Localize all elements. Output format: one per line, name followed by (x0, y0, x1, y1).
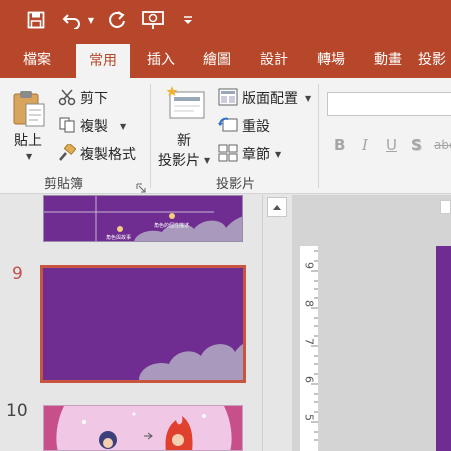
slide-thumbnail-10[interactable] (43, 405, 243, 451)
ruler-number: 6 (302, 376, 316, 383)
tab-design[interactable]: 設計 (247, 40, 301, 78)
slide-number-9: 9 (12, 264, 23, 284)
tab-animations[interactable]: 動畫 (361, 40, 415, 78)
thumbnail-caption: 角色與故事 (106, 235, 132, 241)
format-painter-icon (58, 142, 77, 166)
section-dropdown-icon[interactable]: ▼ (275, 150, 281, 159)
copy-icon (58, 116, 76, 138)
ruler-number: 5 (302, 414, 316, 421)
slide-number-10: 10 (6, 401, 28, 421)
undo-icon[interactable] (60, 8, 86, 32)
ruler-number: 8 (302, 300, 316, 307)
tab-transitions[interactable]: 轉場 (304, 40, 358, 78)
ribbon-tabs: 檔案 常用 插入 繪圖 設計 轉場 動畫 投影 (0, 40, 451, 78)
scissors-icon (58, 88, 76, 110)
scroll-up-button[interactable] (267, 197, 287, 217)
text-shadow-button[interactable]: S (411, 136, 422, 154)
tab-draw[interactable]: 繪圖 (190, 40, 244, 78)
paste-dropdown-icon[interactable]: ▼ (26, 152, 32, 161)
copy-button[interactable]: 複製 (80, 116, 108, 136)
ruler-number: 9 (302, 262, 316, 269)
format-painter-button[interactable]: 複製格式 (80, 144, 136, 164)
section-icon (218, 144, 238, 166)
ribbon: 貼上 ▼ 剪下 複製 ▼ 複製格式 剪貼簿 新 投影片 ▼ 版面配置 ▼ 重設 (0, 78, 451, 194)
font-name-input[interactable] (327, 92, 451, 116)
scroll-up-arrow-icon (273, 204, 281, 210)
clipboard-group-label: 剪貼簿 (44, 177, 84, 192)
paste-icon[interactable] (12, 88, 46, 132)
undo-dropdown-icon[interactable]: ▼ (86, 8, 96, 32)
current-slide-canvas[interactable] (436, 246, 451, 451)
cut-button[interactable]: 剪下 (80, 88, 108, 108)
bold-button[interactable]: B (334, 136, 345, 154)
tab-home[interactable]: 常用 (76, 44, 130, 78)
new-slide-button[interactable]: 新 (177, 130, 191, 150)
underline-button[interactable]: U (386, 136, 397, 154)
save-icon[interactable] (24, 8, 48, 32)
strikethrough-button[interactable]: abc (434, 138, 451, 152)
layout-button[interactable]: 版面配置 (242, 88, 298, 108)
new-slide-button-label[interactable]: 投影片 (158, 150, 200, 170)
thumbnail-subcaption: 角色的個性描述 (154, 223, 190, 229)
group-separator (318, 84, 319, 188)
new-slide-icon[interactable] (166, 86, 206, 126)
slide-thumbnail-9[interactable] (40, 265, 246, 383)
customize-toolbar-icon[interactable] (180, 8, 196, 32)
new-slide-dropdown-icon[interactable]: ▼ (204, 156, 210, 165)
copy-dropdown-icon[interactable]: ▼ (120, 122, 126, 131)
tab-insert[interactable]: 插入 (134, 40, 188, 78)
tab-slideshow[interactable]: 投影 (418, 40, 451, 78)
reset-icon (218, 116, 238, 138)
editor-scroll-box[interactable] (440, 200, 451, 214)
slides-group-label: 投影片 (216, 177, 256, 192)
layout-icon (218, 88, 238, 110)
italic-button[interactable]: I (362, 136, 368, 154)
reset-button[interactable]: 重設 (242, 116, 270, 136)
redo-icon[interactable] (106, 8, 128, 32)
thumbnail-scrollbar[interactable] (262, 195, 292, 451)
group-separator (150, 84, 151, 188)
tab-file[interactable]: 檔案 (10, 40, 64, 78)
layout-dropdown-icon[interactable]: ▼ (305, 94, 311, 103)
slideshow-from-start-icon[interactable] (140, 8, 166, 32)
vertical-ruler: 9 8 7 6 5 (300, 246, 318, 451)
paste-button[interactable]: 貼上 (14, 130, 42, 150)
quick-access-toolbar: ▼ (0, 0, 451, 40)
ruler-number: 7 (302, 338, 316, 345)
slide-thumbnail-8[interactable]: 角色與故事 角色的個性描述 (43, 195, 243, 242)
section-button[interactable]: 章節 (242, 144, 270, 164)
